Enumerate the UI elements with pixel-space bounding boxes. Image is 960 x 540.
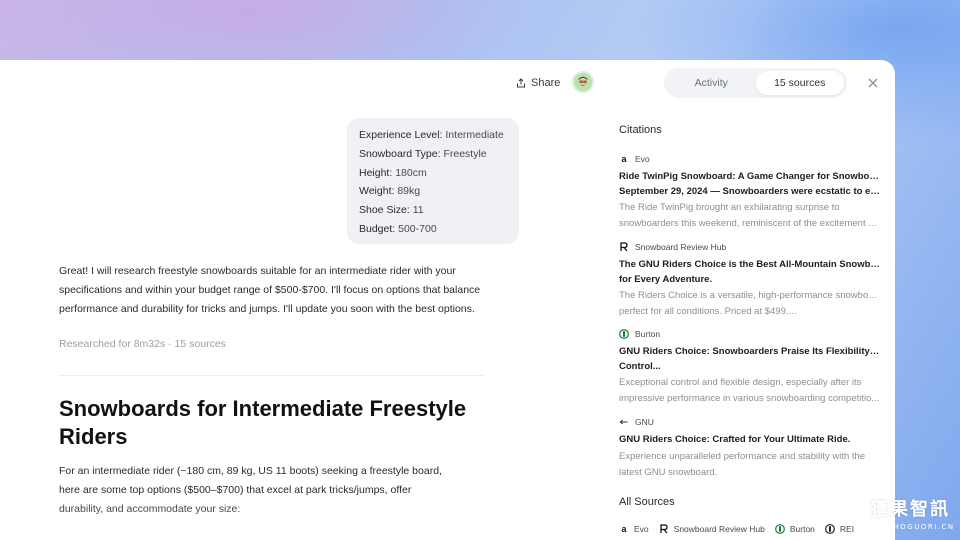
r-logo-icon: [619, 242, 629, 252]
bottom-fade: [0, 500, 600, 540]
user-message-bubble: Experience Level: Intermediate Snowboard…: [347, 118, 519, 244]
message-line: Budget: 500-700: [359, 222, 437, 235]
research-meta[interactable]: Researched for 8m32s · 15 sources: [59, 338, 226, 350]
amazon-a-icon: a: [621, 524, 627, 534]
citation-card[interactable]: GNU GNU Riders Choice: Crafted for Your …: [619, 415, 881, 480]
rei-logo-icon: [825, 524, 835, 534]
citation-card[interactable]: a Evo Ride TwinPig Snowboard: A Game Cha…: [619, 152, 881, 231]
burton-logo-icon: [619, 329, 629, 339]
message-line: Shoe Size: 11: [359, 204, 424, 217]
citation-source: Snowboard Review Hub: [619, 240, 881, 254]
citation-desc-line2: latest GNU snowboard.: [619, 467, 718, 478]
message-line: Weight: 89kg: [359, 185, 421, 198]
source-chip[interactable]: Burton: [774, 524, 815, 534]
citation-title: The GNU Riders Choice is the Best All-Mo…: [619, 259, 881, 270]
citation-source: a Evo: [619, 152, 881, 166]
conversation-pane: Experience Level: Intermediate Snowboard…: [0, 60, 600, 540]
citation-desc: The Riders Choice is a versatile, high-p…: [619, 290, 881, 301]
sources-panel: Citations a Evo Ride TwinPig Snowboard: …: [603, 60, 895, 540]
all-sources-list: a Evo Snowboard Review Hub Burton REI: [619, 524, 860, 534]
watermark-subtext: WWW.HOGUORI.CN: [865, 523, 955, 531]
source-chip[interactable]: Snowboard Review Hub: [659, 524, 765, 534]
citations-title: Citations: [619, 124, 662, 136]
message-line: Snowboard Type: Freestyle: [359, 147, 487, 160]
citation-title: Ride TwinPig Snowboard: A Game Changer f…: [619, 171, 881, 182]
citation-title: GNU Riders Choice: Snowboarders Praise I…: [619, 346, 881, 357]
citation-title-line2: September 29, 2024 — Snowboarders were e…: [619, 186, 881, 197]
citation-source: GNU: [619, 415, 881, 429]
source-chip[interactable]: REI: [825, 524, 854, 534]
citation-title-line2: for Every Adventure.: [619, 274, 713, 285]
citation-title-line2: Control...: [619, 361, 661, 372]
burton-logo-icon: [774, 524, 785, 534]
citation-desc-line2: perfect for all conditions. Priced at $4…: [619, 306, 797, 317]
citation-title: GNU Riders Choice: Crafted for Your Ulti…: [619, 434, 851, 445]
citation-card[interactable]: Burton GNU Riders Choice: Snowboarders P…: [619, 327, 881, 406]
r-logo-icon: [659, 524, 669, 534]
watermark-logo: 獲果智訊 WWW.HOGUORI.CN: [862, 498, 958, 540]
report-title: Snowboards for Intermediate Freestyle Ri…: [59, 396, 467, 449]
assistant-reply: Great! I will research freestyle snowboa…: [59, 265, 481, 315]
citation-desc: Exceptional control and flexible design,…: [619, 377, 862, 388]
message-line: Height: 180cm: [359, 166, 427, 179]
citation-desc-line2: snowboarders this weekend, reminiscent o…: [619, 218, 881, 229]
arrow-left-icon: [619, 417, 629, 427]
watermark-text: 獲果智訊: [870, 499, 950, 520]
citation-desc: The Ride TwinPig brought an exhilarating…: [619, 202, 840, 213]
message-line: Experience Level: Intermediate: [359, 129, 504, 141]
citation-source: Burton: [619, 327, 881, 341]
chat-window: Share Activity 15 sources Experience Lev…: [0, 60, 895, 540]
source-chip[interactable]: a Evo: [619, 524, 648, 534]
citation-desc: Experience unparalleled performance and …: [619, 451, 866, 462]
amazon-a-icon: a: [621, 154, 627, 164]
divider: [59, 375, 484, 376]
citation-desc-line2: impressive performance in various snowbo…: [619, 393, 880, 404]
all-sources-title: All Sources: [619, 496, 675, 508]
citation-card[interactable]: Snowboard Review Hub The GNU Riders Choi…: [619, 240, 881, 319]
